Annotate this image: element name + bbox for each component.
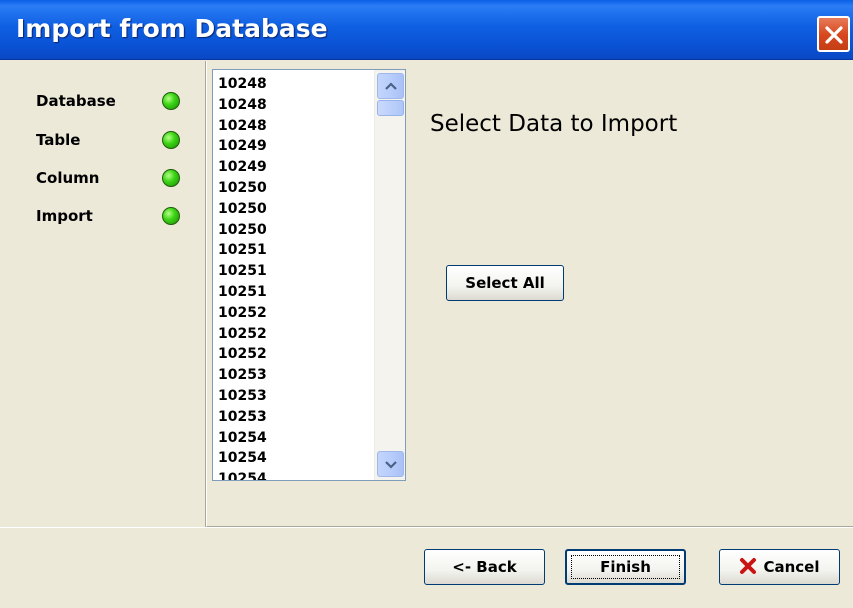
scroll-up-button[interactable]	[377, 73, 404, 99]
import-status-led-icon	[162, 207, 180, 225]
finish-button[interactable]: Finish	[565, 549, 686, 585]
focus-rectangle	[571, 555, 680, 579]
window-title: Import from Database	[16, 14, 328, 43]
list-item[interactable]: 10250	[218, 199, 373, 220]
red-x-icon	[740, 557, 757, 574]
chevron-down-icon	[385, 461, 397, 469]
list-item[interactable]: 10250	[218, 220, 373, 241]
list-item[interactable]: 10248	[218, 116, 373, 137]
chevron-up-icon	[385, 82, 397, 90]
page-heading: Select Data to Import	[430, 111, 678, 137]
select-all-button[interactable]: Select All	[446, 265, 564, 301]
step-label-column: Column	[36, 169, 100, 187]
table-status-led-icon	[162, 131, 180, 149]
list-item[interactable]: 10254	[218, 428, 373, 449]
back-button[interactable]: <- Back	[424, 549, 545, 585]
listbox-scrollbar[interactable]	[374, 70, 405, 480]
list-item[interactable]: 10250	[218, 178, 373, 199]
list-item[interactable]: 10253	[218, 386, 373, 407]
list-item[interactable]: 10251	[218, 240, 373, 261]
steps-panel: Database Table Column Import	[10, 61, 206, 527]
database-status-led-icon	[162, 92, 180, 110]
list-item[interactable]: 10249	[218, 157, 373, 178]
title-bar[interactable]: Import from Database	[0, 0, 853, 60]
list-item[interactable]: 10253	[218, 365, 373, 386]
scroll-thumb[interactable]	[377, 100, 404, 116]
list-item[interactable]: 10251	[218, 282, 373, 303]
close-icon	[825, 26, 843, 44]
step-label-import: Import	[36, 207, 93, 225]
list-item[interactable]: 10248	[218, 74, 373, 95]
list-item[interactable]: 10254	[218, 448, 373, 469]
list-item[interactable]: 10248	[218, 95, 373, 116]
column-status-led-icon	[162, 169, 180, 187]
close-button[interactable]	[817, 16, 850, 52]
list-item[interactable]: 10252	[218, 344, 373, 365]
list-item[interactable]: 10254	[218, 469, 373, 480]
list-item[interactable]: 10253	[218, 407, 373, 428]
data-list: 10248 10248 10248 10249 10249 10250 10250 10250…	[218, 74, 373, 480]
cancel-button[interactable]: Cancel	[719, 549, 840, 585]
import-dialog: Import from Database Database Table Colu…	[0, 0, 853, 608]
list-item[interactable]: 10252	[218, 303, 373, 324]
list-item[interactable]: 10249	[218, 136, 373, 157]
step-label-table: Table	[36, 131, 81, 149]
scroll-down-button[interactable]	[377, 451, 404, 477]
cancel-button-label: Cancel	[763, 558, 820, 576]
list-item[interactable]: 10251	[218, 261, 373, 282]
list-item[interactable]: 10252	[218, 324, 373, 345]
step-label-database: Database	[36, 92, 116, 110]
